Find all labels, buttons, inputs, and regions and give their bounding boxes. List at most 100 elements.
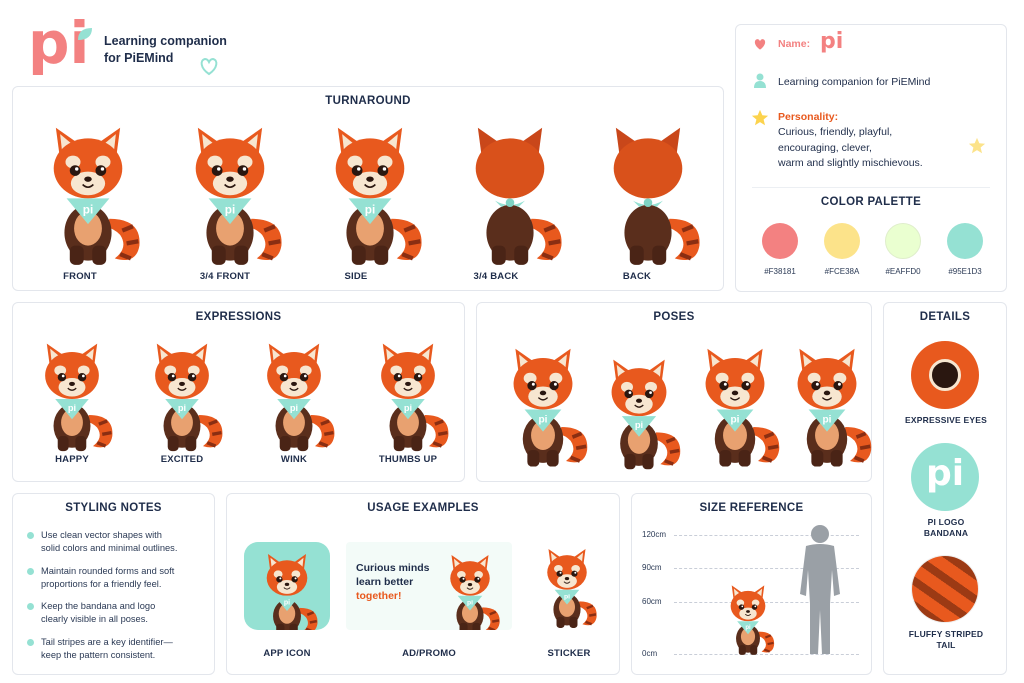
usage-label-app-icon: APP ICON — [263, 648, 311, 659]
personality-line: warm and slightly mischievous. — [778, 157, 923, 169]
personality-line: encouraging, clever, — [778, 141, 872, 154]
swatch-2 — [824, 223, 860, 259]
swatch-label-4: #95E1D3 — [948, 267, 982, 276]
detail-label-eyes: EXPRESSIVE EYES — [905, 415, 987, 425]
swatch-3 — [885, 223, 921, 259]
panda-wink — [245, 335, 343, 453]
detail-label-tail-line-1: FLUFFY STRIPED — [908, 629, 984, 639]
details-panel: DETAILS EXPRESSIVE EYES pi PI LOGO BANDA… — [883, 302, 1007, 675]
panda-pose-magnifier — [497, 337, 589, 471]
size-reference-panel: SIZE REFERENCE 120cm 90cm 60cm 0cm — [631, 493, 872, 675]
note-line: Keep the bandana and logo — [41, 601, 156, 611]
expressions-title: EXPRESSIONS — [195, 311, 282, 323]
note-item: Use clean vector shapes with solid colors… — [27, 529, 204, 555]
swatch-1 — [762, 223, 798, 259]
bandana-logo: pi — [925, 453, 965, 494]
sticker-example — [531, 540, 603, 632]
note-line: proportions for a friendly feel. — [41, 579, 162, 589]
usage-title: USAGE EXAMPLES — [367, 502, 479, 514]
view-label-front: FRONT — [63, 271, 97, 282]
detail-label-logo-line-2: BANDANA — [923, 528, 969, 538]
details-title: DETAILS — [919, 311, 971, 323]
bullet-dot — [27, 532, 34, 539]
tick-label: 60cm — [642, 597, 662, 606]
panda-promo — [434, 548, 506, 630]
bandana-detail: pi — [911, 443, 979, 511]
star-icon — [751, 109, 769, 126]
styling-notes-panel: STYLING NOTES Use clean vector shapes wi… — [12, 493, 215, 675]
note-item: Maintain rounded forms and soft proportio… — [27, 565, 204, 591]
view-label-three-quarter-back: 3/4 BACK — [473, 271, 519, 282]
panda-sticker — [531, 540, 603, 632]
heart-icon — [754, 39, 766, 50]
tagline-line-1: Learning companion — [104, 34, 227, 48]
role-text: Learning companion for PiEMind — [778, 76, 931, 88]
panda-thumbs-up — [359, 335, 457, 453]
note-line: Use clean vector shapes with — [41, 530, 162, 540]
note-line: Maintain rounded forms and soft — [41, 566, 175, 576]
note-item: Tail stripes are a key identifier— keep t… — [27, 636, 204, 662]
name-label: Name: — [778, 38, 811, 50]
poses-panel: POSES — [476, 302, 872, 482]
panda-app-icon — [250, 546, 324, 630]
note-line: keep the pattern consistent. — [41, 650, 156, 660]
eye-icon — [929, 359, 961, 391]
view-label-three-quarter-front: 3/4 FRONT — [199, 271, 251, 282]
logo-text: pi — [28, 9, 90, 77]
expression-label-happy: HAPPY — [55, 454, 89, 465]
logo: pi — [28, 12, 98, 80]
bullet-dot — [27, 639, 34, 646]
usage-label-promo: AD/PROMO — [402, 648, 456, 659]
panda-side — [311, 117, 429, 267]
view-label-side: SIDE — [344, 271, 368, 282]
eye-detail — [911, 341, 979, 409]
panda-front — [29, 117, 147, 267]
panda-three-quarter-front — [171, 117, 289, 267]
leaf-icon — [78, 28, 92, 40]
panda-excited — [133, 335, 231, 453]
palette-title: COLOR PALETTE — [820, 196, 922, 208]
turnaround-title: TURNAROUND — [325, 95, 411, 107]
personality-line: Curious, friendly, playful, — [778, 126, 893, 138]
human-silhouette-icon — [800, 525, 840, 654]
poses-title: POSES — [653, 311, 695, 323]
note-item: Keep the bandana and logo clearly visible… — [27, 600, 204, 626]
expression-label-wink: WINK — [280, 454, 308, 465]
detail-label-tail-line-2: TAIL — [936, 640, 956, 650]
swatch-label-3: #EAFFD0 — [885, 267, 921, 276]
panda-back — [589, 117, 707, 267]
app-icon-example — [244, 542, 330, 630]
promo-example: Curious minds learn better together! — [346, 542, 512, 630]
size-title: SIZE REFERENCE — [699, 502, 804, 514]
personality-text: Curious, friendly, playful, encouraging,… — [778, 125, 923, 172]
view-label-back: BACK — [622, 271, 652, 282]
tick-label: 120cm — [642, 530, 667, 539]
note-line: clearly visible in all poses. — [41, 614, 148, 624]
expression-label-excited: EXCITED — [160, 454, 204, 465]
note-line: solid colors and minimal outlines. — [41, 543, 178, 553]
sparkle-star-icon — [968, 137, 986, 154]
name-value: pi — [820, 29, 844, 54]
person-icon — [754, 73, 766, 88]
swatch-label-1: #F38181 — [764, 267, 796, 276]
tick-label: 0cm — [642, 649, 658, 658]
panda-size-reference — [718, 580, 778, 656]
usage-label-sticker: STICKER — [547, 648, 591, 659]
personality-label: Personality: — [778, 111, 839, 123]
heart-outline-icon — [200, 57, 218, 76]
turnaround-panel: TURNAROUND FRONT 3/4 FRONT SIDE 3/4 BACK… — [12, 86, 724, 291]
note-line: Tail stripes are a key identifier— — [41, 637, 173, 647]
panda-three-quarter-back — [451, 117, 569, 267]
bullet-dot — [27, 568, 34, 575]
styling-title: STYLING NOTES — [65, 502, 162, 514]
detail-label-tail: FLUFFY STRIPED TAIL — [884, 629, 1008, 651]
detail-label-logo: PI LOGO BANDANA — [884, 517, 1008, 539]
promo-line-3: together! — [356, 590, 402, 602]
swatch-4 — [947, 223, 983, 259]
expressions-panel: EXPRESSIONS HAPPY EXCITED WINK THUMBS UP — [12, 302, 465, 482]
panda-pose-backpack — [781, 337, 873, 471]
divider — [752, 187, 990, 188]
tick-label: 90cm — [642, 563, 662, 572]
bullet-dot — [27, 603, 34, 610]
panda-happy — [23, 335, 121, 453]
